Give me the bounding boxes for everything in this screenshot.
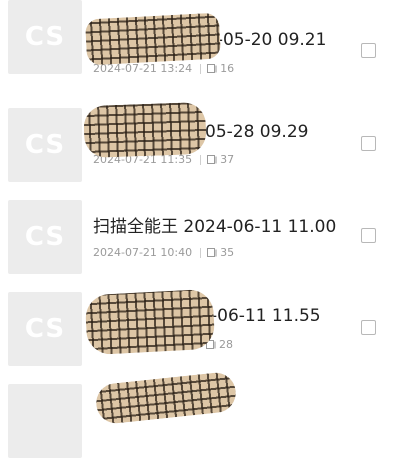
select-checkbox[interactable] (361, 320, 376, 335)
document-thumbnail[interactable]: CS (8, 200, 82, 274)
document-row[interactable]: CS 05-28 09.29 2024-07-21 11:35 37 (0, 92, 400, 184)
document-row[interactable]: CS -06-11 11.55 28 (0, 276, 400, 368)
select-checkbox[interactable] (361, 228, 376, 243)
page-count-icon (207, 64, 217, 73)
thumbnail-logo: CS (24, 22, 66, 52)
document-meta: 2024-07-21 11:35 37 (93, 153, 234, 166)
page-count: 28 (219, 338, 233, 351)
document-thumbnail[interactable] (8, 384, 82, 458)
document-title: 扫描全能王 2024-06-11 11.00 (93, 217, 337, 237)
document-title: -06-11 11.55 (211, 306, 321, 326)
page-count: 37 (220, 153, 235, 166)
document-thumbnail[interactable]: CS (8, 0, 82, 74)
thumbnail-logo: CS (24, 222, 66, 252)
select-checkbox[interactable] (361, 136, 376, 151)
page-count-icon (207, 248, 217, 257)
thumbnail-logo: CS (24, 314, 66, 344)
document-row[interactable]: CS 扫描全能王 2024-06-11 11.00 2024-07-21 10:… (0, 184, 400, 276)
document-title: 4-05-20 09.21 (206, 30, 327, 50)
page-count-icon (206, 340, 216, 349)
select-checkbox[interactable] (361, 43, 376, 58)
document-thumbnail[interactable]: CS (8, 108, 82, 182)
document-thumbnail[interactable]: CS (8, 292, 82, 366)
document-date: 2024-07-21 13:24 (93, 62, 193, 75)
page-count-icon (207, 155, 217, 164)
document-meta: 28 (93, 338, 233, 351)
thumbnail-logo: CS (24, 130, 66, 160)
document-date: 2024-07-21 10:40 (93, 246, 193, 259)
document-row[interactable]: CS 4-05-20 09.21 2024-07-21 13:24 16 (0, 0, 400, 92)
page-count: 16 (220, 62, 235, 75)
document-list: CS 4-05-20 09.21 2024-07-21 13:24 16 CS … (0, 0, 400, 458)
meta-divider (200, 154, 202, 165)
document-date: 2024-07-21 11:35 (93, 153, 193, 166)
page-count: 35 (220, 246, 235, 259)
document-meta: 2024-07-21 13:24 16 (93, 62, 234, 75)
document-row[interactable] (0, 368, 400, 460)
document-title: 05-28 09.29 (205, 122, 309, 142)
meta-divider (200, 63, 202, 74)
meta-divider (200, 247, 202, 258)
document-meta: 2024-07-21 10:40 35 (93, 246, 234, 259)
